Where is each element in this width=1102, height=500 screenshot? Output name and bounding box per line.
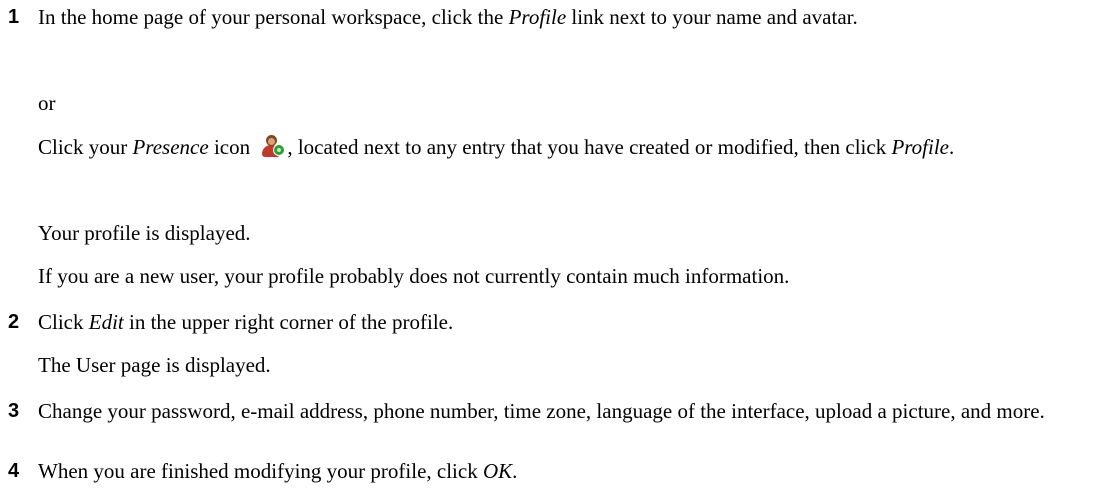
text-segment: icon <box>208 135 256 159</box>
text-segment: . <box>512 459 518 483</box>
step-text: Click your Presence icon , located next … <box>38 132 1078 162</box>
text-segment: link next to your name and avatar. <box>566 5 858 29</box>
step-text: In the home page of your personal worksp… <box>38 2 1078 32</box>
step-number: 1 <box>8 6 20 28</box>
presence-text: Presence <box>132 135 209 159</box>
profile-link-text: Profile <box>508 5 567 29</box>
presence-icon <box>261 135 286 159</box>
step-number: 3 <box>8 400 20 422</box>
step-text: Change your password, e-mail address, ph… <box>38 399 1045 423</box>
ok-text: OK <box>482 459 513 483</box>
text-segment: . <box>949 135 955 159</box>
step-number: 4 <box>8 460 20 482</box>
or-text: or <box>38 91 56 115</box>
step-text: Click Edit in the upper right corner of … <box>38 307 1078 337</box>
profile-text: Profile <box>891 135 949 159</box>
text-segment: When you are finished modifying your pro… <box>38 459 483 483</box>
step-text: When you are finished modifying your pro… <box>38 456 1078 486</box>
result-text: If you are a new user, your profile prob… <box>38 264 790 288</box>
step-number: 2 <box>8 311 20 333</box>
text-segment: In the home page of your personal worksp… <box>38 5 509 29</box>
text-segment: in the upper right corner of the profile… <box>123 310 454 334</box>
text-segment: Click your <box>38 135 133 159</box>
result-text: Your profile is displayed. <box>38 221 251 245</box>
text-segment: , located next to any entry that you hav… <box>287 135 892 159</box>
edit-text: Edit <box>88 310 124 334</box>
result-text: The User page is displayed. <box>38 353 271 377</box>
text-segment: Click <box>38 310 89 334</box>
